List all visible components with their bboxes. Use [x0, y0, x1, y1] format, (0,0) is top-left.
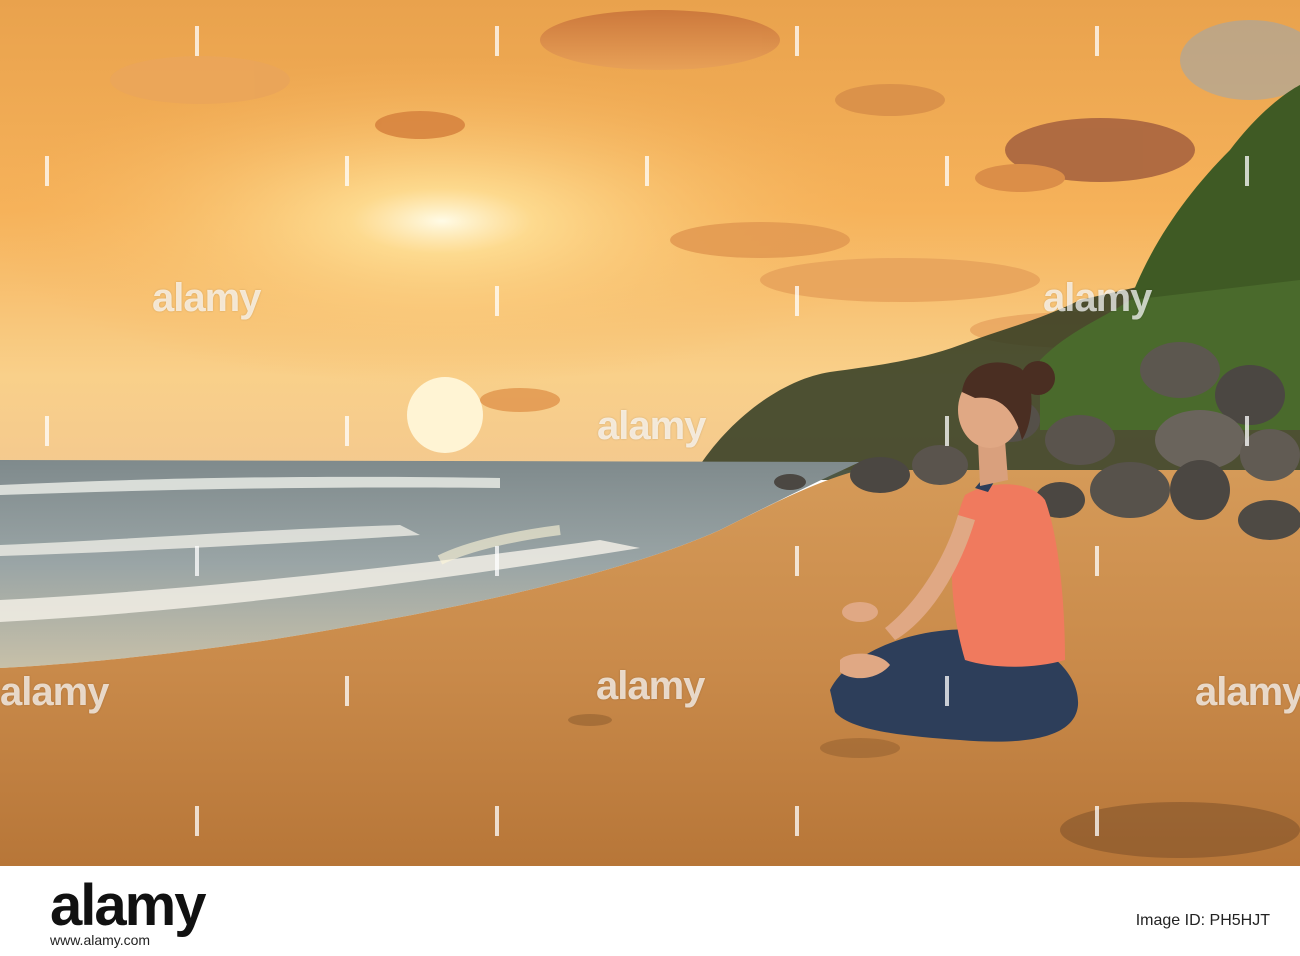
- tank-top: [951, 484, 1065, 667]
- watermark-mark: [490, 26, 504, 56]
- site-url[interactable]: www.alamy.com: [50, 932, 150, 948]
- stock-photo-page: alamy alamy alamy alamy alamy alamy alam…: [0, 0, 1300, 956]
- watermark-mark: [190, 26, 204, 56]
- alamy-logo: alamy: [50, 873, 206, 938]
- watermark-mark: [490, 546, 504, 576]
- beach-meditation-photo: alamy alamy alamy alamy alamy alamy: [0, 0, 1300, 866]
- watermark-mark: [790, 806, 804, 836]
- watermark: alamy: [1043, 276, 1152, 320]
- watermark-mark: [490, 286, 504, 316]
- watermark-mark: [1240, 416, 1254, 446]
- watermark-mark: [190, 546, 204, 576]
- footer-bar: alamy Image ID: PH5HJT www.alamy.com: [0, 866, 1300, 956]
- watermark-mark: [1090, 546, 1104, 576]
- watermark-mark: [1240, 156, 1254, 186]
- watermark-mark: [40, 416, 54, 446]
- watermark: alamy: [596, 664, 705, 708]
- watermark-mark: [190, 806, 204, 836]
- watermark-mark: [790, 286, 804, 316]
- watermark-mark: [940, 156, 954, 186]
- watermark-mark: [490, 806, 504, 836]
- watermark-mark: [40, 156, 54, 186]
- watermark-mark: [640, 156, 654, 186]
- watermark-mark: [790, 26, 804, 56]
- watermark-mark: [1090, 26, 1104, 56]
- watermark: alamy: [0, 670, 109, 714]
- watermark-mark: [340, 156, 354, 186]
- watermark-mark: [940, 416, 954, 446]
- watermark-mark: [340, 416, 354, 446]
- hand-mudra: [842, 602, 878, 622]
- watermark-mark: [340, 676, 354, 706]
- watermark: alamy: [1195, 670, 1300, 714]
- watermark: alamy: [152, 276, 261, 320]
- watermark-mark: [940, 676, 954, 706]
- sun: [407, 377, 483, 453]
- hair-bun: [1021, 361, 1055, 395]
- image-id: Image ID: PH5HJT: [1135, 912, 1270, 929]
- watermark: alamy: [597, 404, 706, 448]
- watermark-mark: [1090, 806, 1104, 836]
- watermark-mark: [790, 546, 804, 576]
